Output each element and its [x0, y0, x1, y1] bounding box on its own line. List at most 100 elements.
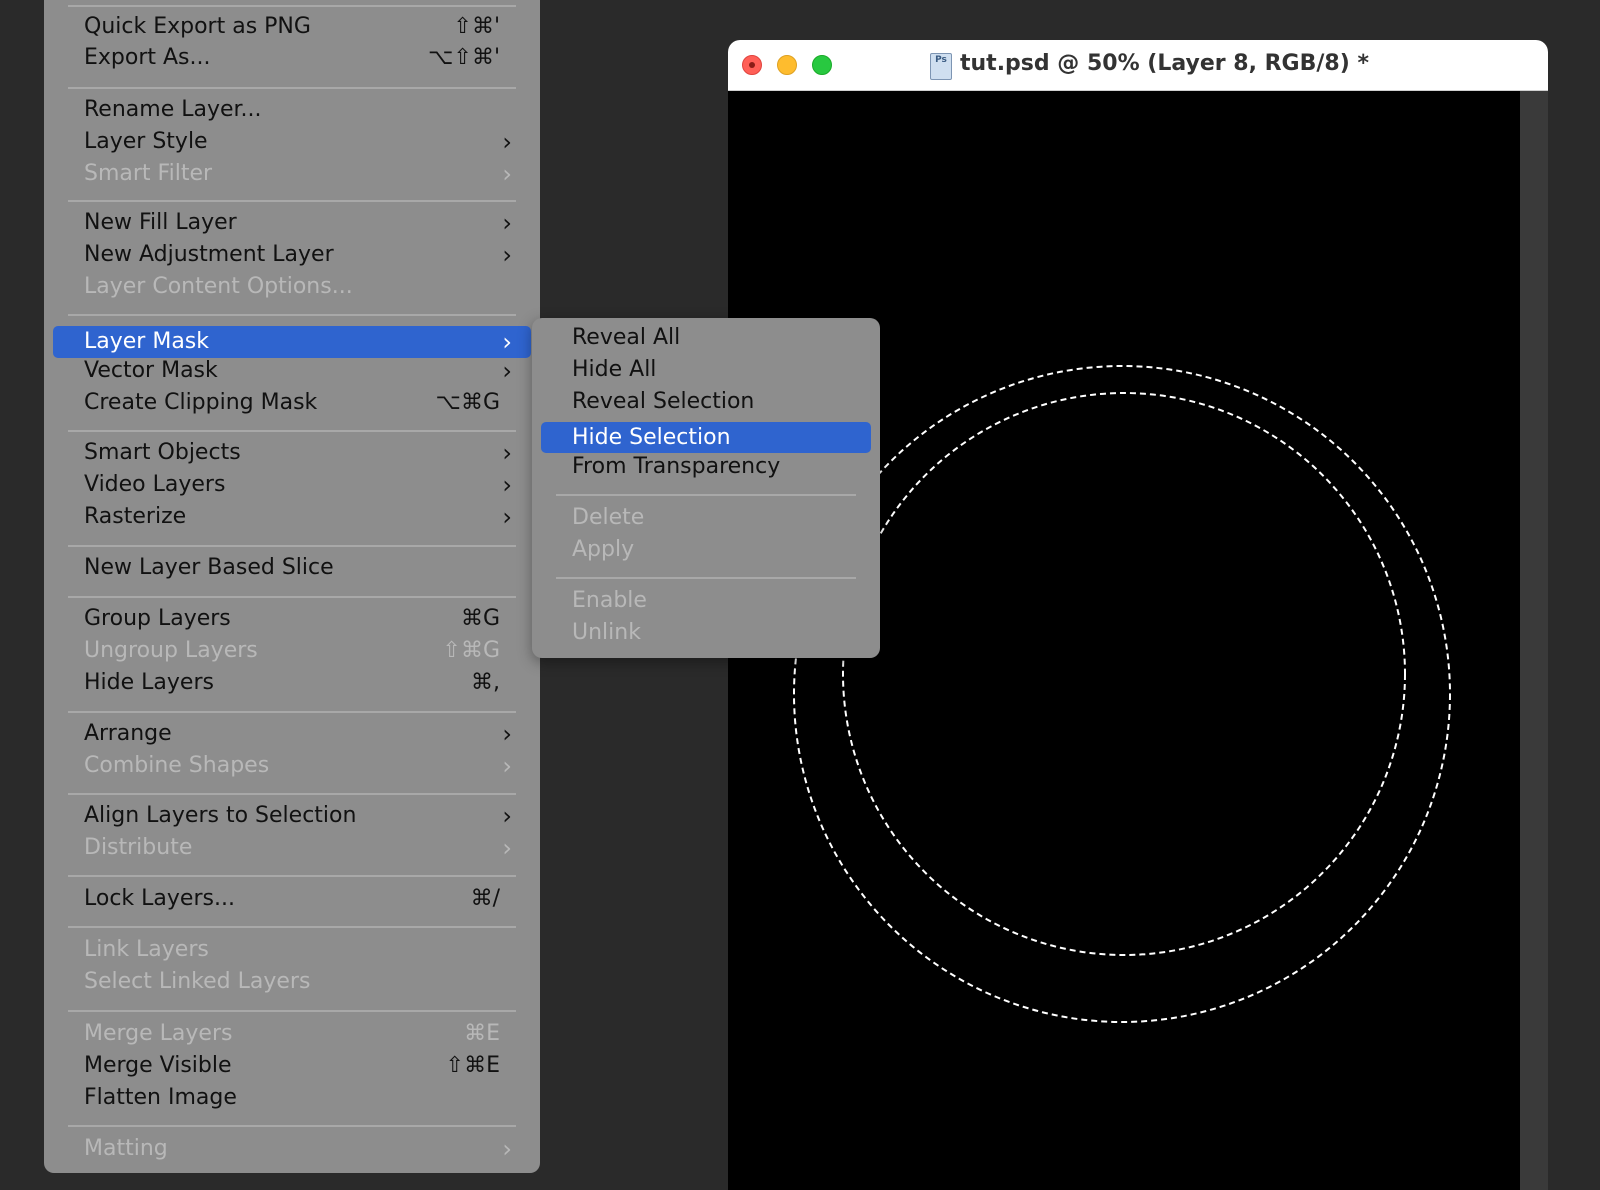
- menu-item-label: Hide Layers: [84, 670, 214, 695]
- menu-item-merge-layers: Merge Layers ⌘E: [44, 1019, 540, 1049]
- menu-item-shortcut: ⇧⌘E: [445, 1053, 500, 1078]
- submenu-item-reveal-selection[interactable]: Reveal Selection: [532, 387, 880, 417]
- zoom-window-button[interactable]: [812, 55, 832, 75]
- menu-item-distribute: Distribute ›: [44, 833, 540, 863]
- document-titlebar[interactable]: Ps tut.psd @ 50% (Layer 8, RGB/8) *: [728, 40, 1548, 91]
- menu-item-arrange[interactable]: Arrange ›: [44, 719, 540, 749]
- menu-item-label: Matting: [84, 1136, 168, 1161]
- submenu-item-label: Apply: [572, 537, 635, 562]
- submenu-item-label: Delete: [572, 505, 645, 530]
- menu-item-hide-layers[interactable]: Hide Layers ⌘,: [44, 668, 540, 698]
- submenu-item-from-transparency[interactable]: From Transparency: [532, 452, 880, 482]
- menu-separator: [68, 711, 516, 713]
- submenu-item-label: Enable: [572, 588, 647, 613]
- menu-item-label: Export As...: [84, 45, 211, 70]
- menu-item-group-layers[interactable]: Group Layers ⌘G: [44, 604, 540, 634]
- menu-item-label: Quick Export as PNG: [84, 14, 311, 39]
- menu-separator: [68, 596, 516, 598]
- submenu-item-apply: Apply: [532, 535, 880, 565]
- submenu-item-label: Hide All: [572, 357, 657, 382]
- menu-separator: [68, 5, 516, 7]
- menu-item-label: Vector Mask: [84, 358, 218, 383]
- submenu-item-hide-selection[interactable]: Hide Selection: [541, 422, 871, 453]
- chevron-right-icon: ›: [502, 802, 512, 830]
- menu-item-new-adjustment-layer[interactable]: New Adjustment Layer ›: [44, 240, 540, 270]
- menu-item-label: Smart Objects: [84, 440, 241, 465]
- document-title: tut.psd @ 50% (Layer 8, RGB/8) *: [960, 51, 1369, 76]
- menu-item-new-fill-layer[interactable]: New Fill Layer ›: [44, 208, 540, 238]
- menu-item-shortcut: ⇧⌘': [453, 14, 500, 39]
- menu-separator: [68, 314, 516, 316]
- menu-item-ungroup-layers: Ungroup Layers ⇧⌘G: [44, 636, 540, 666]
- menu-item-select-linked-layers: Select Linked Layers: [44, 967, 540, 997]
- submenu-item-delete: Delete: [532, 503, 880, 533]
- menu-item-shortcut: ⌥⌘G: [435, 390, 500, 415]
- close-window-button[interactable]: [742, 55, 762, 75]
- vertical-scrollbar[interactable]: [1520, 91, 1548, 1190]
- chevron-right-icon: ›: [502, 241, 512, 269]
- menu-item-smart-filter: Smart Filter ›: [44, 159, 540, 189]
- menu-item-combine-shapes: Combine Shapes ›: [44, 751, 540, 781]
- menu-item-layer-style[interactable]: Layer Style ›: [44, 127, 540, 157]
- inner-selection-ring: [842, 392, 1406, 956]
- submenu-item-enable: Enable: [532, 586, 880, 616]
- menu-item-new-layer-based-slice[interactable]: New Layer Based Slice: [44, 553, 540, 583]
- menu-item-label: Merge Layers: [84, 1021, 233, 1046]
- menu-item-lock-layers[interactable]: Lock Layers... ⌘/: [44, 884, 540, 914]
- menu-separator: [68, 875, 516, 877]
- menu-item-quick-export-png[interactable]: Quick Export as PNG ⇧⌘': [44, 12, 540, 42]
- menu-item-shortcut: ⌘G: [460, 606, 500, 631]
- submenu-item-label: From Transparency: [572, 454, 781, 479]
- chevron-right-icon: ›: [502, 328, 512, 356]
- menu-item-label: Ungroup Layers: [84, 638, 258, 663]
- layer-menu: Quick Export as PNG ⇧⌘' Export As... ⌥⇧⌘…: [44, 0, 540, 1173]
- menu-item-shortcut: ⇧⌘G: [442, 638, 500, 663]
- chevron-right-icon: ›: [502, 128, 512, 156]
- menu-item-label: Link Layers: [84, 937, 209, 962]
- submenu-separator: [556, 494, 856, 496]
- menu-separator: [68, 793, 516, 795]
- menu-item-label: Layer Content Options...: [84, 274, 353, 299]
- submenu-item-label: Reveal All: [572, 325, 681, 350]
- submenu-item-hide-all[interactable]: Hide All: [532, 355, 880, 385]
- menu-item-matting: Matting ›: [44, 1134, 540, 1164]
- menu-item-label: Group Layers: [84, 606, 231, 631]
- submenu-item-label: Hide Selection: [572, 425, 731, 450]
- menu-item-label: Flatten Image: [84, 1085, 237, 1110]
- menu-item-label: Layer Style: [84, 129, 208, 154]
- minimize-window-button[interactable]: [777, 55, 797, 75]
- menu-item-smart-objects[interactable]: Smart Objects ›: [44, 438, 540, 468]
- menu-item-label: New Layer Based Slice: [84, 555, 334, 580]
- submenu-item-label: Reveal Selection: [572, 389, 755, 414]
- menu-item-label: Lock Layers...: [84, 886, 235, 911]
- menu-item-export-as[interactable]: Export As... ⌥⇧⌘': [44, 43, 540, 73]
- menu-item-label: Rasterize: [84, 504, 187, 529]
- menu-item-label: New Adjustment Layer: [84, 242, 334, 267]
- menu-item-rename-layer[interactable]: Rename Layer...: [44, 95, 540, 125]
- menu-item-align-layers-to-selection[interactable]: Align Layers to Selection ›: [44, 801, 540, 831]
- submenu-item-unlink: Unlink: [532, 618, 880, 648]
- menu-separator: [68, 1010, 516, 1012]
- menu-separator: [68, 430, 516, 432]
- submenu-separator: [556, 577, 856, 579]
- chevron-right-icon: ›: [502, 834, 512, 862]
- submenu-item-reveal-all[interactable]: Reveal All: [532, 323, 880, 353]
- menu-item-label: Rename Layer...: [84, 97, 262, 122]
- menu-separator: [68, 545, 516, 547]
- menu-item-shortcut: ⌘E: [464, 1021, 500, 1046]
- menu-item-video-layers[interactable]: Video Layers ›: [44, 470, 540, 500]
- menu-item-label: Layer Mask: [84, 329, 209, 354]
- menu-item-flatten-image[interactable]: Flatten Image: [44, 1083, 540, 1113]
- chevron-right-icon: ›: [502, 471, 512, 499]
- menu-separator: [68, 926, 516, 928]
- menu-item-create-clipping-mask[interactable]: Create Clipping Mask ⌥⌘G: [44, 388, 540, 418]
- menu-item-rasterize[interactable]: Rasterize ›: [44, 502, 540, 532]
- menu-item-layer-content-options: Layer Content Options...: [44, 272, 540, 302]
- menu-item-label: Distribute: [84, 835, 193, 860]
- menu-item-label: New Fill Layer: [84, 210, 237, 235]
- menu-item-layer-mask[interactable]: Layer Mask ›: [53, 326, 531, 358]
- menu-item-label: Video Layers: [84, 472, 226, 497]
- menu-item-merge-visible[interactable]: Merge Visible ⇧⌘E: [44, 1051, 540, 1081]
- chevron-right-icon: ›: [502, 720, 512, 748]
- menu-item-vector-mask[interactable]: Vector Mask ›: [44, 356, 540, 386]
